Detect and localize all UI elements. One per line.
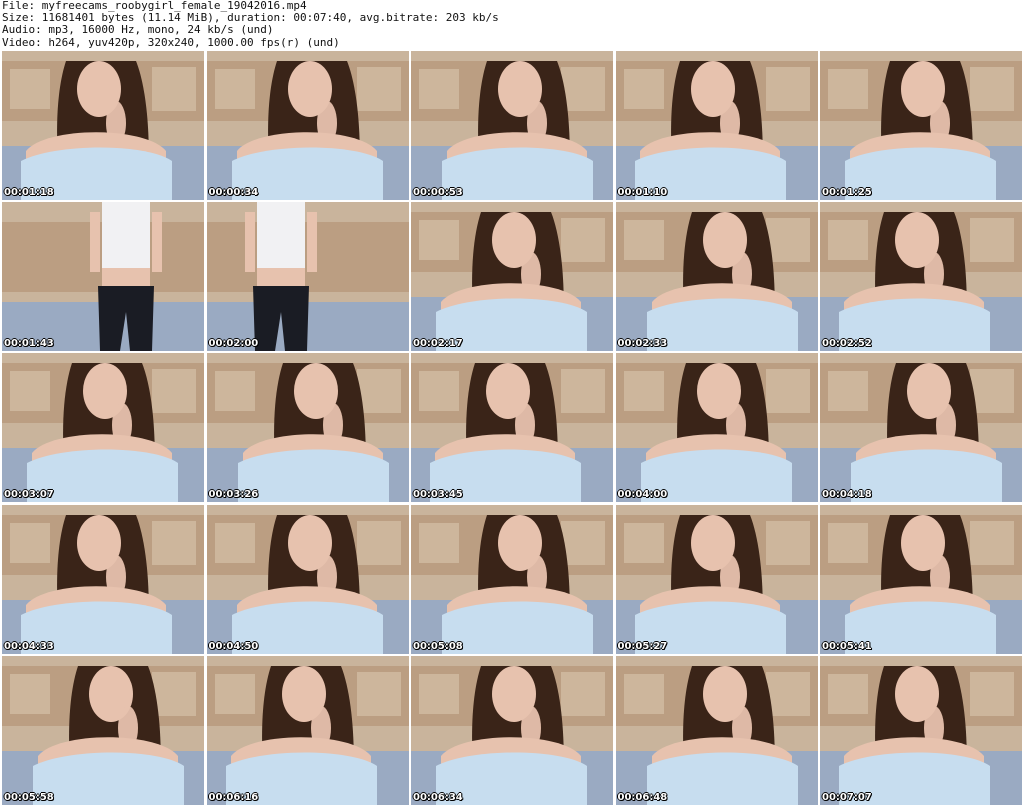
thumbnail-frame-image [206,353,409,503]
video-thumbnail: 00:03:07 [2,353,204,503]
thumbnail-timestamp: 00:06:16 [208,791,259,803]
thumbnail-timestamp: 00:03:07 [4,489,54,501]
video-thumbnail: 00:06:16 [206,655,409,805]
video-thumbnail: 00:00:34 [206,51,409,200]
thumbnail-timestamp: 00:02:33 [617,338,668,350]
video-thumbnail: 00:03:26 [206,353,409,503]
video-thumbnail: 00:04:33 [2,504,204,654]
video-info-line: Video: h264, yuv420p, 320x240, 1000.00 f… [2,35,340,49]
thumbnail-timestamp: 00:05:41 [822,640,872,652]
thumbnail-frame-image [411,353,613,503]
video-thumbnail: 00:05:08 [411,504,613,654]
thumbnail-frame-image [206,51,409,200]
thumbnail-frame-image [615,353,818,503]
video-thumbnail: 00:02:00 [206,202,409,352]
thumbnail-timestamp: 00:01:10 [617,187,668,198]
thumbnail-frame-image [206,504,409,654]
file-info-header: File: myfreecams_roobygirl_female_190420… [2,0,1022,50]
thumbnail-frame-image [206,655,409,805]
thumbnail-frame-image [2,353,204,503]
video-thumbnail: 00:01:43 [2,202,204,352]
thumbnail-timestamp: 00:04:00 [617,489,668,501]
thumbnail-frame-image [2,655,204,805]
thumbnail-frame-image [820,202,1022,352]
thumbnail-frame-image [615,655,818,805]
thumbnail-timestamp: 00:01:43 [4,338,54,350]
video-thumbnail: 00:00:53 [411,51,613,200]
thumbnail-frame-image [820,504,1022,654]
video-thumbnail: 00:03:45 [411,353,613,503]
video-thumbnail: 00:04:18 [820,353,1022,503]
thumbnail-timestamp: 00:06:48 [617,791,668,803]
thumbnail-frame-image [615,51,818,200]
video-thumbnail: 00:04:00 [615,353,818,503]
thumbnail-frame-image [411,51,613,200]
audio-info-line: Audio: mp3, 16000 Hz, mono, 24 kb/s (und… [2,23,274,37]
video-thumbnail: 00:06:48 [615,655,818,805]
video-thumbnail: 00:05:27 [615,504,818,654]
thumbnail-frame-image [820,353,1022,503]
thumbnail-grid: 00:01:18 00:00:34 00:00:53 00:01:10 00:0… [2,51,1022,809]
thumbnail-frame-image [820,51,1022,200]
video-thumbnail: 00:04:50 [206,504,409,654]
thumbnail-timestamp: 00:05:58 [4,791,54,803]
video-thumbnail: 00:05:41 [820,504,1022,654]
thumbnail-timestamp: 00:07:07 [822,791,872,803]
video-thumbnail: 00:01:18 [2,51,204,200]
thumbnail-timestamp: 00:06:34 [413,791,463,803]
thumbnail-frame-image [2,51,204,200]
thumbnail-frame-image [820,655,1022,805]
thumbnail-timestamp: 00:00:34 [208,187,259,198]
thumbnail-timestamp: 00:03:26 [208,489,259,501]
video-thumbnail: 00:06:34 [411,655,613,805]
thumbnail-timestamp: 00:04:50 [208,640,259,652]
video-thumbnail: 00:02:52 [820,202,1022,352]
thumbnail-frame-image [411,202,613,352]
thumbnail-frame-image [411,504,613,654]
thumbnail-frame-image [2,202,204,352]
thumbnail-frame-image [206,202,409,352]
video-thumbnail: 00:05:58 [2,655,204,805]
thumbnail-timestamp: 00:02:00 [208,338,259,350]
thumbnail-timestamp: 00:04:33 [4,640,54,652]
thumbnail-timestamp: 00:05:27 [617,640,668,652]
thumbnail-frame-image [615,202,818,352]
video-thumbnail: 00:02:17 [411,202,613,352]
video-thumbnail: 00:01:25 [820,51,1022,200]
thumbnail-timestamp: 00:01:18 [4,187,54,198]
video-thumbnail: 00:02:33 [615,202,818,352]
thumbnail-frame-image [615,504,818,654]
thumbnail-timestamp: 00:01:25 [822,187,872,198]
thumbnail-frame-image [411,655,613,805]
thumbnail-timestamp: 00:05:08 [413,640,463,652]
thumbnail-timestamp: 00:00:53 [413,187,463,198]
thumbnail-timestamp: 00:04:18 [822,489,872,501]
thumbnail-timestamp: 00:02:17 [413,338,463,350]
thumbnail-frame-image [2,504,204,654]
video-thumbnail: 00:07:07 [820,655,1022,805]
thumbnail-timestamp: 00:02:52 [822,338,872,350]
video-thumbnail: 00:01:10 [615,51,818,200]
thumbnail-timestamp: 00:03:45 [413,489,463,501]
